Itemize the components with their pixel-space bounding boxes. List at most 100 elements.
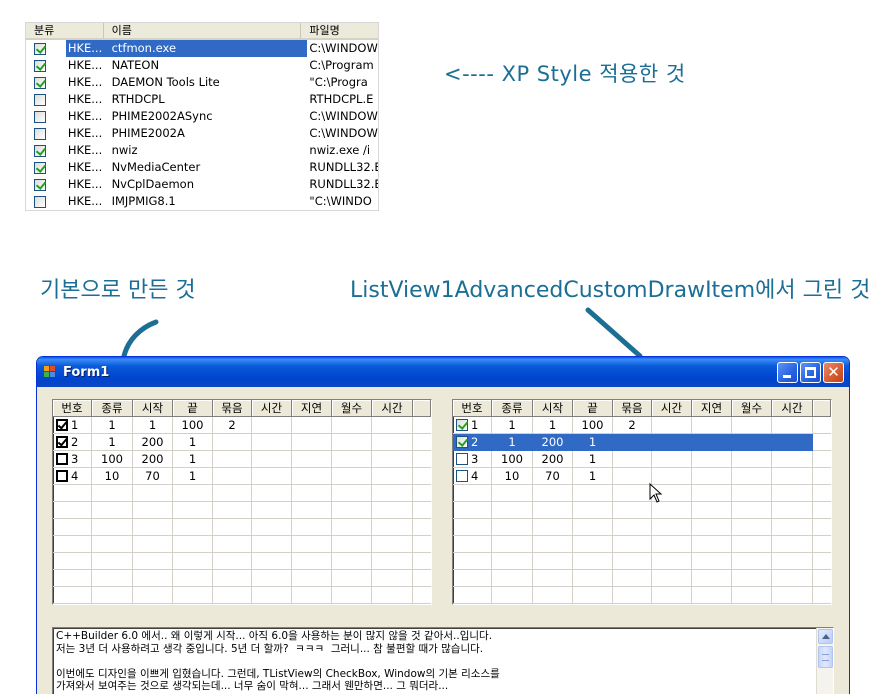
table-row[interactable]: HKE... PHIME2002ASync C:\WINDOW bbox=[26, 108, 378, 125]
scroll-thumb[interactable] bbox=[818, 646, 833, 668]
item-cell bbox=[692, 519, 732, 536]
list-item[interactable]: 3 100 200 1 bbox=[53, 451, 431, 468]
column-header[interactable]: 지연 bbox=[692, 400, 732, 417]
table-row[interactable]: HKE... NvCplDaemon RUNDLL32.E bbox=[26, 176, 378, 193]
row-name: NvCplDaemon bbox=[111, 177, 194, 191]
xp-style-listview[interactable]: 분류 이름 파일명 HKE... ctfmon.exe C:\WINDOWS HKE.… bbox=[25, 22, 379, 211]
listview-custom-draw[interactable]: 번호 종류 시작 끝 묶음 시간 지연 월수 시간 1 1 1 100 2 2 1 200 1 3 100 200 1 4… bbox=[452, 399, 832, 605]
maximize-button[interactable] bbox=[800, 362, 821, 383]
checkbox[interactable] bbox=[34, 144, 46, 157]
column-header[interactable]: 끝 bbox=[573, 400, 613, 417]
column-header[interactable]: 월수 bbox=[332, 400, 372, 417]
item-cell bbox=[732, 570, 772, 587]
list-item[interactable]: 4 10 70 1 bbox=[53, 468, 431, 485]
table-row[interactable]: HKE... DAEMON Tools Lite "C:\Progra bbox=[26, 74, 378, 91]
column-header[interactable]: 시간 bbox=[652, 400, 692, 417]
column-header[interactable]: 종류 bbox=[492, 400, 533, 417]
checkbox[interactable] bbox=[34, 161, 46, 174]
checkbox[interactable] bbox=[456, 419, 468, 431]
table-row[interactable]: HKE... NATEON C:\Program bbox=[26, 57, 378, 74]
list-item[interactable]: 2 1 200 1 bbox=[53, 434, 431, 451]
item-number: 2 bbox=[471, 434, 479, 449]
column-header[interactable]: 시작 bbox=[533, 400, 573, 417]
memo-line: 이번에도 디자인을 이쁘게 입혔습니다. 그런데, TListView의 Che… bbox=[56, 667, 500, 680]
item-cell bbox=[692, 536, 732, 553]
empty-row bbox=[453, 553, 831, 570]
item-cell: 1 bbox=[573, 468, 613, 485]
memo-scrollbar[interactable] bbox=[816, 628, 833, 694]
checkbox[interactable] bbox=[456, 453, 468, 465]
column-header[interactable]: 시간 bbox=[772, 400, 813, 417]
checkbox[interactable] bbox=[34, 178, 46, 191]
column-header[interactable]: 시작 bbox=[133, 400, 173, 417]
column-header[interactable]: 종류 bbox=[92, 400, 133, 417]
listview-basic[interactable]: 번호 종류 시작 끝 묶음 시간 지연 월수 시간 1 1 1 100 2 2 1 200 1 3 100 200 1 4… bbox=[52, 399, 432, 605]
item-number-cell bbox=[53, 570, 92, 587]
table-row[interactable]: HKE... NvMediaCenter RUNDLL32.E bbox=[26, 159, 378, 176]
item-cell bbox=[732, 519, 772, 536]
item-cell bbox=[372, 451, 413, 468]
list-item[interactable]: 2 1 200 1 bbox=[453, 434, 831, 451]
column-header[interactable]: 시간 bbox=[372, 400, 413, 417]
item-cell bbox=[292, 570, 332, 587]
checkbox[interactable] bbox=[34, 195, 46, 208]
checkbox[interactable] bbox=[34, 59, 46, 72]
arrow-stroke-right bbox=[585, 307, 643, 359]
column-header[interactable]: 번호 bbox=[453, 400, 492, 417]
minimize-button[interactable] bbox=[777, 362, 798, 383]
header-filename[interactable]: 파일명 bbox=[301, 23, 378, 38]
column-header[interactable]: 시간 bbox=[252, 400, 292, 417]
item-cell bbox=[772, 536, 813, 553]
header-category[interactable]: 분류 bbox=[26, 23, 104, 38]
list-item[interactable]: 1 1 1 100 2 bbox=[53, 417, 431, 434]
item-cell bbox=[533, 536, 573, 553]
column-header[interactable]: 월수 bbox=[732, 400, 772, 417]
row-category: HKE... bbox=[67, 109, 103, 123]
column-header[interactable]: 번호 bbox=[53, 400, 92, 417]
table-row[interactable]: HKE... PHIME2002A C:\WINDOW bbox=[26, 125, 378, 142]
item-cell bbox=[332, 536, 372, 553]
item-cell: 100 bbox=[92, 451, 133, 468]
row-filename: RUNDLL32.E bbox=[309, 160, 378, 174]
memo-textbox[interactable]: C++Builder 6.0 에서.. 왜 이렇게 시작... 아직 6.0을 … bbox=[52, 627, 834, 694]
title-bar[interactable]: Form1 ✕ bbox=[37, 357, 849, 387]
table-row[interactable]: HKE... RTHDCPL RTHDCPL.E bbox=[26, 91, 378, 108]
item-cell bbox=[732, 417, 772, 434]
item-cell bbox=[252, 485, 292, 502]
checkbox[interactable] bbox=[34, 127, 46, 140]
checkbox[interactable] bbox=[34, 93, 46, 106]
row-filename: RTHDCPL.E bbox=[309, 92, 374, 106]
column-header[interactable]: 묶음 bbox=[213, 400, 252, 417]
checkbox[interactable] bbox=[56, 419, 68, 431]
close-button[interactable]: ✕ bbox=[823, 362, 844, 383]
row-category: HKE... bbox=[67, 92, 103, 106]
item-cell bbox=[173, 519, 213, 536]
checkbox[interactable] bbox=[456, 436, 468, 448]
checkbox[interactable] bbox=[34, 110, 46, 123]
table-row[interactable]: HKE... nwiz nwiz.exe /i bbox=[26, 142, 378, 159]
item-cell bbox=[133, 519, 173, 536]
list-item[interactable]: 4 10 70 1 bbox=[453, 468, 831, 485]
column-header[interactable]: 끝 bbox=[173, 400, 213, 417]
checkbox[interactable] bbox=[34, 76, 46, 89]
row-checkbox-cell bbox=[26, 176, 66, 193]
scroll-up-button[interactable] bbox=[818, 629, 833, 644]
table-row[interactable]: HKE... ctfmon.exe C:\WINDOWS bbox=[26, 40, 378, 57]
row-checkbox-cell bbox=[26, 40, 66, 57]
column-header[interactable]: 지연 bbox=[292, 400, 332, 417]
checkbox[interactable] bbox=[56, 436, 68, 448]
item-cell bbox=[332, 485, 372, 502]
checkbox[interactable] bbox=[34, 42, 46, 55]
item-cell bbox=[732, 587, 772, 604]
checkbox[interactable] bbox=[456, 470, 468, 482]
list-item[interactable]: 3 100 200 1 bbox=[453, 451, 831, 468]
item-cell bbox=[492, 519, 533, 536]
table-row[interactable]: HKE... IMJPMIG8.1 "C:\WINDO bbox=[26, 193, 378, 210]
list-item[interactable]: 1 1 1 100 2 bbox=[453, 417, 831, 434]
item-cell bbox=[692, 587, 732, 604]
checkbox[interactable] bbox=[56, 470, 68, 482]
column-header[interactable]: 묶음 bbox=[613, 400, 652, 417]
header-name[interactable]: 이름 bbox=[104, 23, 302, 38]
checkbox[interactable] bbox=[56, 453, 68, 465]
item-cell bbox=[613, 570, 652, 587]
